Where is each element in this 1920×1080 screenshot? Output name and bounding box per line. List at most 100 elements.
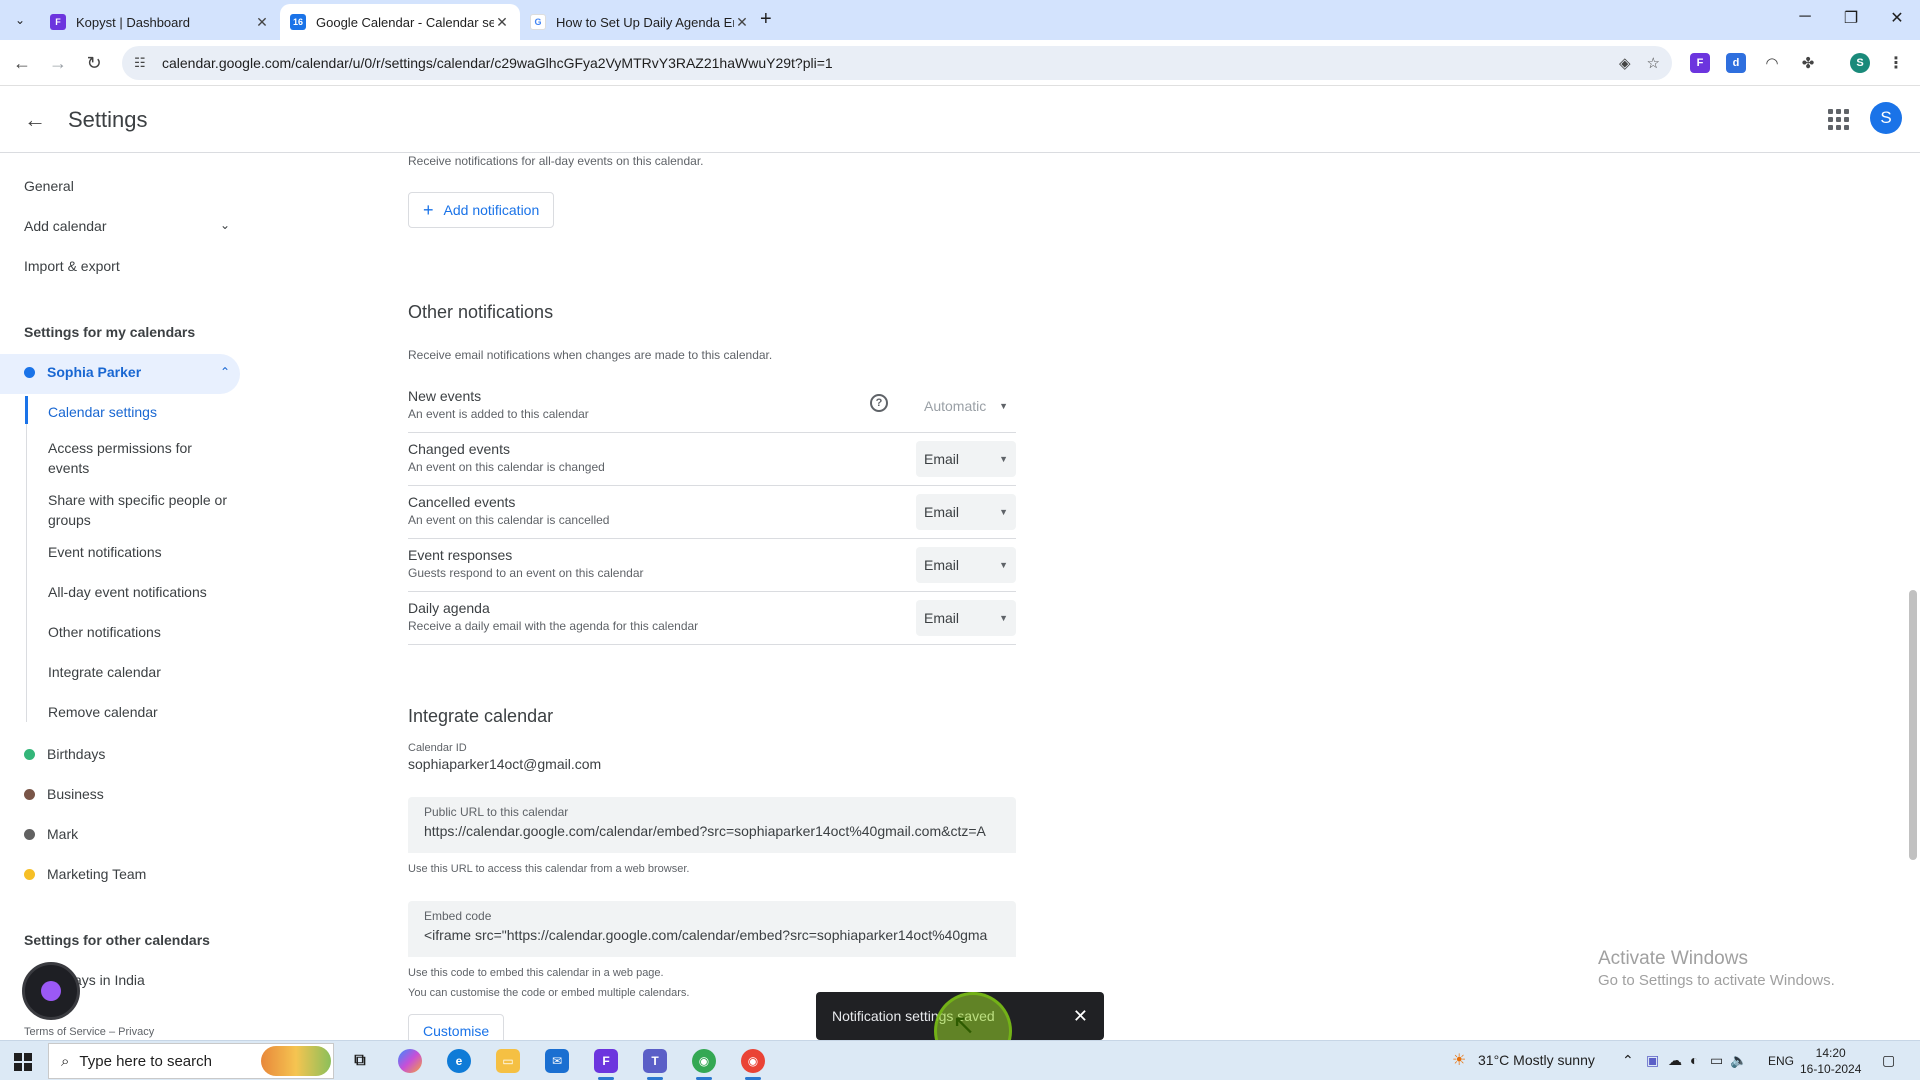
restore-window-icon[interactable]: ❐ [1828, 8, 1874, 28]
minimize-window-icon[interactable]: ─ [1782, 8, 1828, 26]
sidebar-item-general[interactable]: General [24, 178, 74, 194]
sidebar-item-birthdays[interactable]: Birthdays [24, 746, 105, 762]
back-arrow-icon[interactable]: ← [24, 107, 46, 133]
notif-subtitle: An event on this calendar is changed [408, 460, 605, 474]
docs-extension-icon[interactable]: d [1726, 53, 1746, 73]
add-notification-button[interactable]: + Add notification [408, 192, 555, 228]
meet-icon[interactable]: ◐ [1690, 1052, 1698, 1068]
onedrive-icon[interactable]: ☁ [1668, 1052, 1682, 1069]
task-view-icon[interactable]: ⧉ [348, 1049, 372, 1073]
event-responses-select[interactable]: Email ▼ [916, 547, 1016, 583]
sidebar-item-label: Mark [47, 826, 79, 842]
sidebar-item-mark[interactable]: Mark [24, 826, 78, 842]
embed-code-field[interactable]: Embed code <iframe src="https://calendar… [408, 901, 1016, 957]
new-tab-plus-icon[interactable]: + [760, 8, 772, 31]
eye-icon[interactable]: ◈ [1619, 54, 1631, 72]
calendar-color-dot [24, 366, 35, 378]
plus-icon: + [423, 199, 434, 220]
search-icon: ⌕ [61, 1052, 70, 1070]
weather-sun-icon[interactable]: ☀ [1452, 1050, 1466, 1070]
calendar-id-value[interactable]: sophiaparker14oct@gmail.com [408, 756, 601, 772]
sidebar-item-business[interactable]: Business [24, 786, 104, 802]
teams-tray-icon[interactable]: ▣ [1646, 1052, 1659, 1069]
sidebar-sub-remove-calendar[interactable]: Remove calendar [48, 702, 228, 722]
changed-events-select[interactable]: Email ▼ [916, 441, 1016, 477]
google-apps-icon[interactable] [1826, 107, 1850, 131]
notification-center-icon[interactable]: ▢ [1882, 1052, 1895, 1069]
chrome-profile-icon[interactable]: ◉ [741, 1049, 765, 1073]
bookmark-star-icon[interactable]: ☆ [1647, 54, 1660, 72]
address-bar[interactable]: ☷ calendar.google.com/calendar/u/0/r/set… [122, 46, 1672, 80]
browser-tab-how-to[interactable]: G How to Set Up Daily Agenda En ✕ [520, 4, 760, 40]
close-tab-icon[interactable]: ✕ [734, 14, 750, 31]
copilot-icon[interactable] [398, 1049, 422, 1073]
notif-title: New events [408, 388, 482, 404]
sidebar-sub-allday-notifications[interactable]: All-day event notifications [48, 582, 228, 602]
sidebar-sub-event-notifications[interactable]: Event notifications [48, 542, 228, 562]
site-info-icon[interactable]: ☷ [134, 55, 150, 71]
sidebar-item-import-export[interactable]: Import & export [24, 258, 120, 274]
profile-avatar[interactable]: S [1850, 53, 1870, 73]
sidebar-item-holidays[interactable]: ays in India [74, 972, 145, 988]
sidebar-item-label: Birthdays [47, 746, 106, 762]
sidebar-sub-share[interactable]: Share with specific people or groups [48, 490, 228, 530]
scrollbar-thumb[interactable] [1909, 590, 1917, 860]
kopyst-extension-icon[interactable]: F [1690, 53, 1710, 73]
show-hidden-icons-chevron[interactable]: ⌃ [1622, 1052, 1634, 1069]
tab-search-chevron-icon[interactable]: ⌄ [8, 8, 32, 32]
sidebar-item-add-calendar[interactable]: Add calendar ⌄ [24, 218, 230, 234]
weather-text[interactable]: 31°C Mostly sunny [1478, 1052, 1595, 1068]
network-icon[interactable]: ▭ [1710, 1052, 1723, 1069]
settings-header: ← Settings S [0, 87, 1920, 153]
account-avatar[interactable]: S [1870, 102, 1902, 134]
url-text[interactable]: calendar.google.com/calendar/u/0/r/setti… [162, 55, 1603, 71]
close-icon[interactable]: ✕ [1073, 1006, 1088, 1027]
teams-icon[interactable]: T [643, 1049, 667, 1073]
public-url-field[interactable]: Public URL to this calendar https://cale… [408, 797, 1016, 853]
file-explorer-icon[interactable]: ▭ [496, 1049, 520, 1073]
sidebar-item-label: Marketing Team [47, 866, 147, 882]
mail-icon[interactable]: ✉ [545, 1049, 569, 1073]
dropdown-caret-icon: ▼ [999, 454, 1008, 464]
close-tab-icon[interactable]: ✕ [494, 14, 510, 31]
browser-menu-icon[interactable]: ⋮ [1886, 53, 1906, 73]
select-value: Email [924, 557, 960, 573]
back-icon[interactable]: ← [10, 51, 34, 75]
customise-button[interactable]: Customise [408, 1014, 505, 1040]
sidebar-sub-integrate-calendar[interactable]: Integrate calendar [48, 662, 228, 682]
reload-icon[interactable]: ↻ [82, 51, 106, 75]
close-window-icon[interactable]: ✕ [1874, 8, 1920, 28]
public-url-value[interactable]: https://calendar.google.com/calendar/emb… [424, 823, 1008, 839]
footer-links[interactable]: Terms of Service – Privacy [24, 1026, 154, 1038]
volume-icon[interactable]: 🔈 [1730, 1052, 1747, 1069]
browser-tab-kopyst[interactable]: F Kopyst | Dashboard ✕ [40, 4, 280, 40]
sidebar-item-marketing-team[interactable]: Marketing Team [24, 866, 146, 882]
forward-icon[interactable]: → [46, 51, 70, 75]
cancelled-events-select[interactable]: Email ▼ [916, 494, 1016, 530]
extensions-puzzle-icon[interactable]: ✤ [1798, 53, 1818, 73]
edge-icon[interactable]: e [447, 1049, 471, 1073]
sub-items-guide-line [26, 396, 27, 722]
taskbar-search-box[interactable]: ⌕ Type here to search [48, 1043, 334, 1079]
help-question-icon[interactable]: ? [870, 394, 888, 412]
kopyst-taskbar-icon[interactable]: F [594, 1049, 618, 1073]
language-indicator[interactable]: ENG [1768, 1054, 1794, 1068]
chrome-icon[interactable]: ◉ [692, 1049, 716, 1073]
embed-code-value[interactable]: <iframe src="https://calendar.google.com… [424, 927, 1008, 943]
chevron-up-icon: ⌃ [219, 365, 230, 379]
daily-agenda-select[interactable]: Email ▼ [916, 600, 1016, 636]
sidebar-sub-access-permissions[interactable]: Access permissions for events [48, 438, 228, 478]
sidebar-sub-calendar-settings[interactable]: Calendar settings [48, 402, 228, 422]
notif-subtitle: An event on this calendar is cancelled [408, 513, 610, 527]
browser-tab-google-calendar[interactable]: 16 Google Calendar - Calendar set ✕ [280, 4, 520, 40]
system-clock[interactable]: 14:20 16-10-2024 [1800, 1045, 1861, 1077]
chevron-down-icon: ⌄ [219, 218, 230, 232]
sidebar-item-sophia-parker[interactable]: Sophia Parker ⌃ [24, 364, 230, 380]
notif-subtitle: Guests respond to an event on this calen… [408, 566, 644, 580]
windows-start-icon[interactable] [14, 1053, 32, 1071]
search-highlight-image [261, 1046, 331, 1076]
sidebar-sub-other-notifications[interactable]: Other notifications [48, 622, 228, 642]
floating-recorder-button[interactable] [22, 962, 80, 1020]
close-tab-icon[interactable]: ✕ [254, 14, 270, 31]
arc-extension-icon[interactable]: ◠ [1762, 53, 1782, 73]
